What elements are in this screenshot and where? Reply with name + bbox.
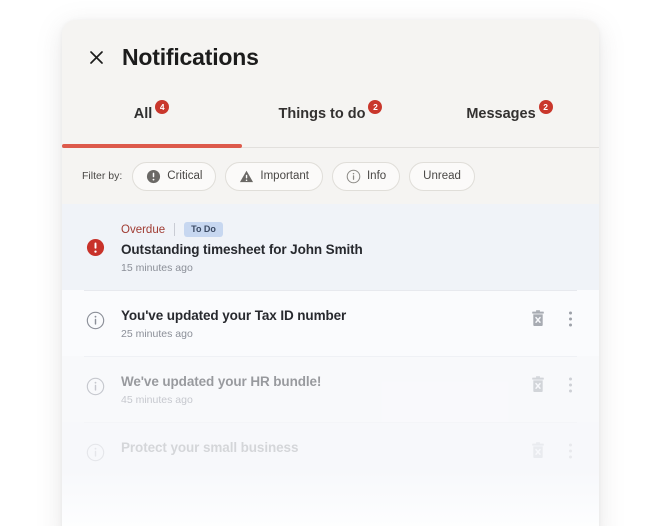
notification-row[interactable]: You've updated your Tax ID number 25 min… (62, 290, 599, 356)
page-title: Notifications (122, 43, 259, 70)
notification-actions (530, 310, 577, 328)
screen-root: Notifications All 4 Things to do 2 Messa… (0, 0, 660, 526)
tab-messages-label: Messages (466, 106, 536, 122)
notification-body: Overdue To Do Outstanding timesheet for … (121, 222, 577, 274)
filter-by-label: Filter by: (82, 170, 123, 182)
notifications-panel: Notifications All 4 Things to do 2 Messa… (62, 20, 599, 526)
filter-chip-unread[interactable]: Unread (409, 161, 475, 191)
notification-time: 15 minutes ago (121, 262, 193, 274)
notification-list: Overdue To Do Outstanding timesheet for … (62, 204, 599, 526)
tab-messages-badge: 2 (538, 100, 553, 114)
notification-body: We've updated your HR bundle! 45 minutes… (121, 374, 515, 406)
status-badge-todo: To Do (184, 222, 223, 237)
tab-all-badge: 4 (155, 100, 170, 114)
info-icon (346, 169, 361, 184)
notification-body: Protect your small business (121, 440, 515, 460)
info-icon (84, 309, 106, 331)
notification-time: 25 minutes ago (121, 328, 193, 340)
info-icon (84, 441, 106, 463)
trash-delete-icon[interactable] (530, 310, 546, 328)
critical-alert-icon (84, 236, 106, 258)
trash-delete-icon[interactable] (530, 376, 546, 394)
notification-actions (530, 376, 577, 394)
meta-divider (174, 223, 176, 236)
filter-chip-critical-label: Critical (167, 170, 203, 182)
tab-messages[interactable]: Messages 2 (420, 94, 599, 148)
important-icon (239, 169, 254, 184)
tab-things-to-do-label: Things to do (278, 106, 366, 122)
notification-actions (530, 442, 577, 460)
more-options-icon[interactable] (568, 310, 573, 328)
row-separator (84, 356, 577, 357)
panel-header: Notifications (62, 20, 599, 94)
filter-chip-important[interactable]: Important (225, 161, 323, 191)
filter-chip-info[interactable]: Info (331, 161, 401, 191)
more-options-icon[interactable] (568, 376, 573, 394)
notification-body: You've updated your Tax ID number 25 min… (121, 308, 515, 340)
tab-bar: All 4 Things to do 2 Messages 2 (62, 94, 599, 148)
filter-bar: Filter by: Critical Important Info Unrea… (62, 148, 599, 204)
notification-time: 45 minutes ago (121, 394, 193, 406)
active-tab-underline (62, 144, 242, 148)
notification-row[interactable]: Protect your small business (62, 422, 599, 479)
status-overdue: Overdue (121, 223, 166, 236)
filter-chip-critical[interactable]: Critical (132, 161, 217, 191)
notification-title: Protect your small business (121, 440, 299, 455)
notification-title: We've updated your HR bundle! (121, 374, 322, 389)
notification-title: Outstanding timesheet for John Smith (121, 242, 363, 257)
info-icon (84, 375, 106, 397)
notification-row[interactable]: We've updated your HR bundle! 45 minutes… (62, 356, 599, 422)
notification-row[interactable]: Overdue To Do Outstanding timesheet for … (62, 204, 599, 290)
tab-things-to-do[interactable]: Things to do 2 (241, 94, 420, 148)
notification-meta: Overdue To Do (121, 222, 577, 237)
close-icon[interactable] (86, 47, 106, 67)
notification-title: You've updated your Tax ID number (121, 308, 347, 323)
tab-all[interactable]: All 4 (62, 94, 241, 148)
trash-delete-icon[interactable] (530, 442, 546, 460)
row-separator (84, 422, 577, 423)
filter-chip-unread-label: Unread (423, 170, 461, 182)
row-separator (84, 290, 577, 291)
critical-icon (146, 169, 161, 184)
tab-all-label: All (133, 106, 153, 122)
tab-things-to-do-badge: 2 (368, 100, 383, 114)
filter-chip-important-label: Important (260, 170, 309, 182)
filter-chip-info-label: Info (366, 170, 387, 182)
more-options-icon[interactable] (568, 442, 573, 460)
